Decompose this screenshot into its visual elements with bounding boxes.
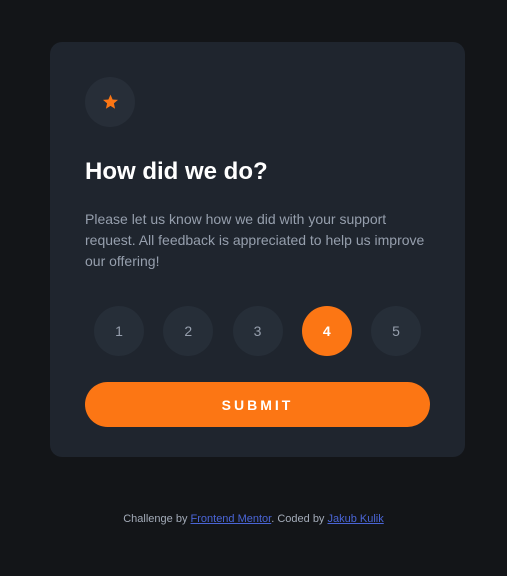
footer-middle: . Coded by: [271, 513, 328, 525]
star-icon: [102, 94, 119, 110]
submit-button[interactable]: SUBMIT: [85, 382, 430, 427]
card-title: How did we do?: [85, 158, 268, 185]
rating-button-3[interactable]: 3: [232, 306, 283, 356]
author-link[interactable]: Jakub Kulik: [328, 513, 384, 525]
rating-button-5[interactable]: 5: [371, 306, 421, 356]
rating-card: How did we do? Please let us know how we…: [50, 42, 465, 457]
frontend-mentor-link[interactable]: Frontend Mentor: [191, 513, 272, 525]
rating-button-1[interactable]: 1: [94, 306, 144, 356]
rating-options: 1 2 3 4 5: [85, 306, 430, 356]
rating-button-2[interactable]: 2: [163, 306, 214, 356]
star-badge: [85, 77, 135, 127]
footer-prefix: Challenge by: [123, 513, 191, 525]
card-description: Please let us know how we did with your …: [85, 211, 425, 269]
attribution-footer: Challenge by Frontend Mentor. Coded by J…: [0, 512, 507, 526]
rating-button-4[interactable]: 4: [301, 306, 352, 356]
